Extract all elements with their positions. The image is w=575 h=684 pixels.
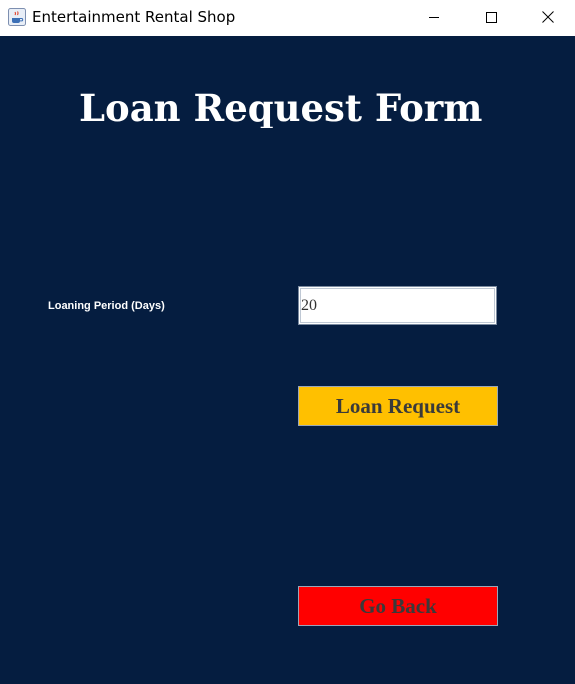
form-panel: Loan Request Form Loaning Period (Days) … [0,36,575,684]
maximize-button[interactable] [462,0,520,34]
window-titlebar[interactable]: Entertainment Rental Shop [0,0,575,36]
minimize-button[interactable] [405,0,463,34]
window-title: Entertainment Rental Shop [32,8,236,26]
go-back-button[interactable]: Go Back [298,586,498,626]
java-coffee-cup-icon [8,8,26,26]
page-title: Loan Request Form [79,86,483,128]
loaning-period-input[interactable] [298,286,497,325]
maximize-icon [485,8,497,27]
close-icon [541,8,554,27]
minimize-icon [428,8,440,27]
loan-request-button[interactable]: Loan Request [298,386,498,426]
loaning-period-label: Loaning Period (Days) [48,300,165,312]
close-button[interactable] [520,0,575,34]
